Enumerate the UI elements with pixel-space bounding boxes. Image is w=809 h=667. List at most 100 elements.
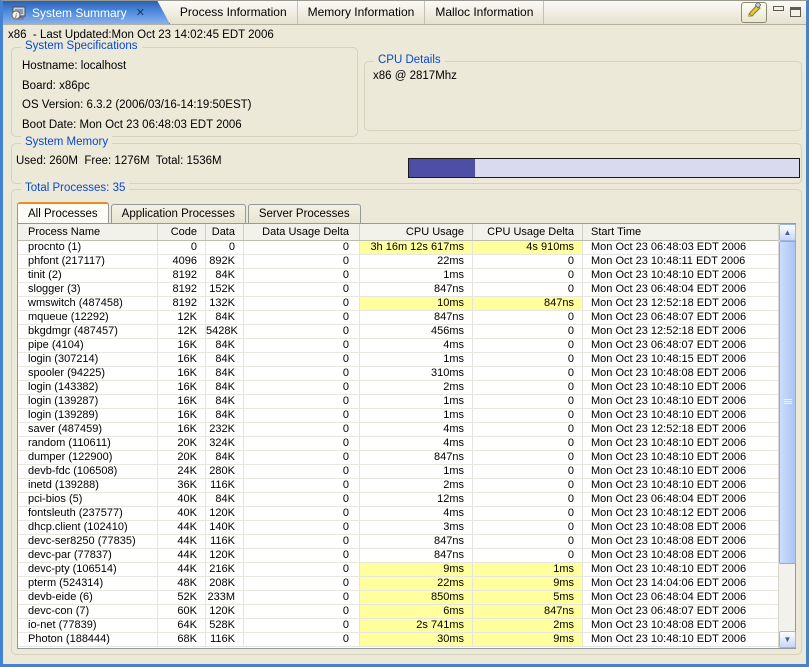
tab-application-processes[interactable]: Application Processes <box>111 204 246 223</box>
table-row[interactable]: devb-eide (6)52K233M0850ms5msMon Oct 23 … <box>18 591 778 605</box>
cell-start_time: Mon Oct 23 06:48:04 EDT 2006 <box>583 283 778 296</box>
table-row[interactable]: devc-pty (106514)44K216K09ms1msMon Oct 2… <box>18 563 778 577</box>
table-row[interactable]: saver (487459)16K232K04ms0Mon Oct 23 12:… <box>18 423 778 437</box>
table-row[interactable]: login (143382)16K84K02ms0Mon Oct 23 10:4… <box>18 381 778 395</box>
cell-code: 40K <box>158 507 206 520</box>
tab-process-information[interactable]: Process Information <box>170 0 298 24</box>
cell-cpu_usage_delta: 0 <box>473 409 583 422</box>
hostname-field: Hostname: localhost <box>12 57 357 77</box>
highlight-changes-button[interactable] <box>741 2 767 23</box>
table-row[interactable]: spooler (94225)16K84K0310ms0Mon Oct 23 1… <box>18 367 778 381</box>
table-row[interactable]: devb-fdc (106508)24K280K01ms0Mon Oct 23 … <box>18 465 778 479</box>
cell-data: 116K <box>206 633 244 646</box>
table-row[interactable]: Photon (188444)68K116K030ms9msMon Oct 23… <box>18 633 778 647</box>
table-row[interactable]: procnto (1)0003h 16m 12s 617ms4s 910msMo… <box>18 241 778 255</box>
column-header-cpu-usage[interactable]: CPU Usage <box>360 224 473 240</box>
total-processes-group: Total Processes: 35 All Processes Applic… <box>11 189 802 655</box>
cell-name: devb-eide (6) <box>18 591 158 604</box>
cell-cpu_usage_delta: 0 <box>473 269 583 282</box>
table-row[interactable]: random (110611)20K324K04ms0Mon Oct 23 10… <box>18 437 778 451</box>
table-row[interactable]: bkgdmgr (487457)12K5428K0456ms0Mon Oct 2… <box>18 325 778 339</box>
cell-name: phfont (217117) <box>18 255 158 268</box>
cell-cpu_usage_delta: 2ms <box>473 619 583 632</box>
cell-name: slogger (3) <box>18 283 158 296</box>
table-row[interactable]: slogger (3)8192152K0847ns0Mon Oct 23 06:… <box>18 283 778 297</box>
system-summary-view: i System Summary ✕ Process Information M… <box>0 0 809 667</box>
cell-name: login (139289) <box>18 409 158 422</box>
cell-cpu_usage: 4ms <box>360 437 473 450</box>
cell-data_usage_delta: 0 <box>244 549 360 562</box>
maximize-view-button[interactable] <box>790 7 801 17</box>
column-header-start-time[interactable]: Start Time <box>583 224 778 240</box>
cell-name: tinit (2) <box>18 269 158 282</box>
cell-start_time: Mon Oct 23 10:48:08 EDT 2006 <box>583 549 778 562</box>
cell-cpu_usage_delta: 9ms <box>473 633 583 646</box>
cell-code: 8192 <box>158 269 206 282</box>
cell-start_time: Mon Oct 23 10:48:08 EDT 2006 <box>583 535 778 548</box>
cell-data_usage_delta: 0 <box>244 409 360 422</box>
table-row[interactable]: phfont (217117)4096892K022ms0Mon Oct 23 … <box>18 255 778 269</box>
memory-usage-text: Used: 260M Free: 1276M Total: 1536M <box>16 155 222 167</box>
table-row[interactable]: wmswitch (487458)8192132K010ms847nsMon O… <box>18 297 778 311</box>
cell-data_usage_delta: 0 <box>244 451 360 464</box>
cell-cpu_usage_delta: 0 <box>473 437 583 450</box>
table-row[interactable]: login (139287)16K84K01ms0Mon Oct 23 10:4… <box>18 395 778 409</box>
cell-data: 84K <box>206 395 244 408</box>
cell-data_usage_delta: 0 <box>244 605 360 618</box>
cell-data: 84K <box>206 339 244 352</box>
cell-data_usage_delta: 0 <box>244 367 360 380</box>
table-row[interactable]: inetd (139288)36K116K02ms0Mon Oct 23 10:… <box>18 479 778 493</box>
column-header-data[interactable]: Data <box>206 224 244 240</box>
cell-cpu_usage: 6ms <box>360 605 473 618</box>
view-toolbar <box>741 0 809 24</box>
cell-cpu_usage_delta: 0 <box>473 549 583 562</box>
tab-all-processes[interactable]: All Processes <box>17 202 109 223</box>
cell-cpu_usage: 1ms <box>360 395 473 408</box>
cell-code: 44K <box>158 549 206 562</box>
tab-malloc-information[interactable]: Malloc Information <box>425 0 544 24</box>
scrollbar-thumb[interactable] <box>779 241 796 564</box>
table-row[interactable]: fontsleuth (237577)40K120K04ms0Mon Oct 2… <box>18 507 778 521</box>
cell-cpu_usage_delta: 0 <box>473 521 583 534</box>
cell-name: Photon (188444) <box>18 633 158 646</box>
table-row[interactable]: pterm (524314)48K208K022ms9msMon Oct 23 … <box>18 577 778 591</box>
tab-system-summary[interactable]: i System Summary ✕ <box>0 0 170 24</box>
cell-data_usage_delta: 0 <box>244 241 360 254</box>
cell-cpu_usage: 847ns <box>360 451 473 464</box>
table-row[interactable]: dhcp.client (102410)44K140K03ms0Mon Oct … <box>18 521 778 535</box>
table-row[interactable]: io-net (77839)64K528K02s 741ms2msMon Oct… <box>18 619 778 633</box>
cell-data: 120K <box>206 605 244 618</box>
cell-start_time: Mon Oct 23 10:48:10 EDT 2006 <box>583 269 778 282</box>
memory-usage-bar <box>408 158 800 178</box>
table-row[interactable]: mqueue (12292)12K84K0847ns0Mon Oct 23 06… <box>18 311 778 325</box>
cell-name: pterm (524314) <box>18 577 158 590</box>
scroll-down-button[interactable]: ▼ <box>779 631 796 648</box>
cell-name: pipe (4104) <box>18 339 158 352</box>
cell-cpu_usage: 1ms <box>360 409 473 422</box>
table-row[interactable]: login (139289)16K84K01ms0Mon Oct 23 10:4… <box>18 409 778 423</box>
vertical-scrollbar[interactable]: ▲ ▼ <box>778 224 795 648</box>
table-row[interactable]: pipe (4104)16K84K04ms0Mon Oct 23 06:48:0… <box>18 339 778 353</box>
table-row[interactable]: devc-ser8250 (77835)44K116K0847ns0Mon Oc… <box>18 535 778 549</box>
column-header-cpu-usage-delta[interactable]: CPU Usage Delta <box>473 224 583 240</box>
cell-cpu_usage: 847ns <box>360 549 473 562</box>
cell-cpu_usage_delta: 9ms <box>473 577 583 590</box>
table-row[interactable]: dumper (122900)20K84K0847ns0Mon Oct 23 1… <box>18 451 778 465</box>
table-row[interactable]: login (307214)16K84K01ms0Mon Oct 23 10:4… <box>18 353 778 367</box>
column-header-data-usage-delta[interactable]: Data Usage Delta <box>244 224 360 240</box>
column-header-process-name[interactable]: Process Name <box>18 224 158 240</box>
table-row[interactable]: pci-bios (5)40K84K012ms0Mon Oct 23 06:48… <box>18 493 778 507</box>
table-row[interactable]: devc-con (7)60K120K06ms847nsMon Oct 23 0… <box>18 605 778 619</box>
table-row[interactable]: devc-par (77837)44K120K0847ns0Mon Oct 23… <box>18 549 778 563</box>
tab-memory-information[interactable]: Memory Information <box>298 0 426 24</box>
cell-code: 0 <box>158 241 206 254</box>
table-row[interactable]: tinit (2)819284K01ms0Mon Oct 23 10:48:10… <box>18 269 778 283</box>
group-title: Total Processes: 35 <box>21 182 129 194</box>
cell-cpu_usage: 456ms <box>360 325 473 338</box>
scroll-up-button[interactable]: ▲ <box>779 224 796 241</box>
close-icon[interactable]: ✕ <box>136 6 145 19</box>
cell-data: 0 <box>206 241 244 254</box>
column-header-code[interactable]: Code <box>158 224 206 240</box>
cell-code: 60K <box>158 605 206 618</box>
tab-server-processes[interactable]: Server Processes <box>248 204 361 223</box>
